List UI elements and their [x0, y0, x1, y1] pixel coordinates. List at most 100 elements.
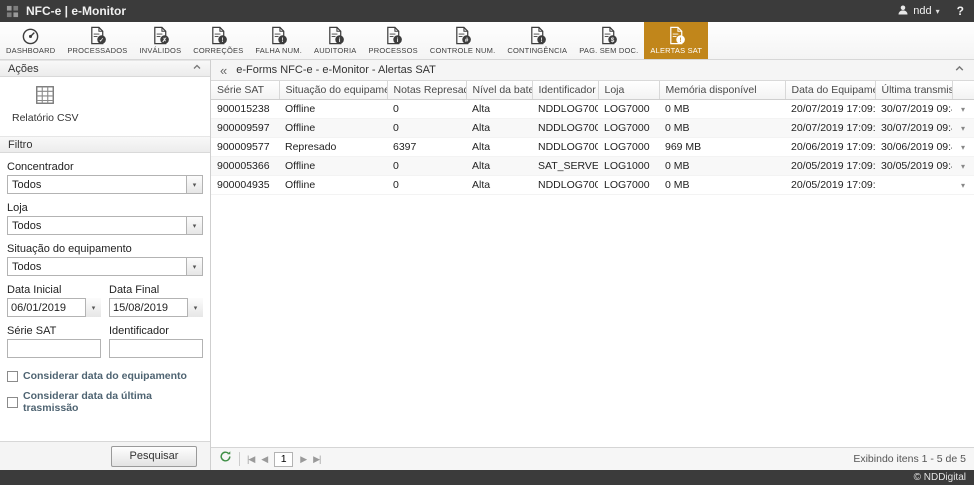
table-cell: 0 MB: [659, 176, 785, 195]
svg-text:i: i: [396, 37, 398, 44]
invalidos-icon: ✗: [151, 25, 170, 45]
page-number-input[interactable]: [274, 452, 293, 467]
identificador-input[interactable]: [109, 339, 203, 358]
situacao-value: Todos: [12, 261, 41, 273]
column-header[interactable]: Memória disponível: [659, 81, 785, 100]
column-header[interactable]: Notas Represadas: [387, 81, 466, 100]
table-cell: LOG1000: [598, 157, 659, 176]
ribbon-tab-alertas-sat[interactable]: !ALERTAS SAT: [644, 22, 708, 59]
svg-text:!: !: [679, 37, 681, 44]
chevron-down-icon: ▾: [186, 217, 202, 234]
collapse-sidebar-button[interactable]: «: [220, 64, 227, 77]
table-cell: 6397: [387, 138, 466, 157]
table-cell: LOG7000: [598, 176, 659, 195]
copyright-text: © NDDigital: [914, 472, 966, 483]
table-cell: 0: [387, 176, 466, 195]
relatorio-csv-label: Relatório CSV: [12, 112, 79, 124]
table-cell: [875, 176, 952, 195]
row-menu-button[interactable]: ▾: [952, 176, 974, 195]
grid-area: Série SATSituação do equipamentoNotas Re…: [211, 81, 974, 447]
acoes-body: Relatório CSV: [0, 77, 210, 136]
ribbon-tab-invalidos[interactable]: ✗INVÁLIDOS: [133, 22, 187, 59]
sidebar: Ações Relatório CSV Filtro Concentrador: [0, 60, 211, 470]
breadcrumb-bar: « e-Forms NFC-e - e-Monitor - Alertas SA…: [211, 60, 974, 81]
table-row[interactable]: 900004935Offline0AltaNDDLOG7000001(LOG70…: [211, 176, 974, 195]
loja-select[interactable]: Todos ▾: [7, 216, 203, 235]
app-window: NFC-e | e-Monitor ndd ▾ ? DASHBOARD✓PROC…: [0, 0, 974, 485]
row-menu-button[interactable]: ▾: [952, 119, 974, 138]
column-header[interactable]: Identificador: [532, 81, 598, 100]
table-row[interactable]: 900015238Offline0AltaNDDLOG7000001(LOG70…: [211, 100, 974, 119]
table-cell: 0 MB: [659, 157, 785, 176]
prev-page-button[interactable]: ◀: [261, 454, 267, 465]
table-row[interactable]: 900009597Offline0AltaNDDLOG7000001(LOG70…: [211, 119, 974, 138]
table-cell: 900009597: [211, 119, 279, 138]
ribbon-tab-auditoria[interactable]: iAUDITORIA: [308, 22, 363, 59]
first-page-button[interactable]: |◀: [247, 454, 254, 465]
considerar-data-equipamento-checkbox[interactable]: Considerar data do equipamento: [7, 370, 203, 382]
ribbon-tab-falha-num[interactable]: !FALHA NUM.: [249, 22, 308, 59]
table-cell: Alta: [466, 119, 532, 138]
filtro-title: Filtro: [8, 139, 32, 151]
checkbox-icon: [7, 397, 18, 408]
identificador-label: Identificador: [109, 325, 203, 337]
ribbon-tab-dashboard[interactable]: DASHBOARD: [0, 22, 61, 59]
refresh-button[interactable]: [219, 450, 232, 468]
considerar-data-transmissao-checkbox[interactable]: Considerar data da última trasmissão: [7, 390, 203, 414]
table-cell: 0: [387, 157, 466, 176]
column-header[interactable]: Situação do equipamento: [279, 81, 387, 100]
ribbon-tab-pag-sem-doc[interactable]: $PAG. SEM DOC.: [573, 22, 644, 59]
user-name: ndd: [913, 5, 931, 17]
collapse-ribbon-button[interactable]: [954, 63, 965, 77]
calendar-dropdown-icon[interactable]: ▾: [187, 298, 203, 317]
table-cell: 20/05/2019 17:09:42: [785, 176, 875, 195]
row-menu-button[interactable]: ▾: [952, 138, 974, 157]
svg-text:!: !: [282, 37, 284, 44]
correcoes-icon: !: [209, 25, 228, 45]
column-header[interactable]: Loja: [598, 81, 659, 100]
table-header-row: Série SATSituação do equipamentoNotas Re…: [211, 81, 974, 100]
ribbon-tab-label: AUDITORIA: [314, 46, 357, 55]
relatorio-csv-button[interactable]: Relatório CSV: [12, 84, 79, 124]
situacao-select[interactable]: Todos ▾: [7, 257, 203, 276]
ribbon-tab-processados[interactable]: ✓PROCESSADOS: [61, 22, 133, 59]
ribbon-tab-label: CONTINGÊNCIA: [507, 46, 567, 55]
ribbon-tab-controle-num[interactable]: #CONTROLE NUM.: [424, 22, 502, 59]
calendar-dropdown-icon[interactable]: ▾: [85, 298, 101, 317]
ribbon-tab-correcoes[interactable]: !CORREÇÕES: [187, 22, 249, 59]
column-header[interactable]: Nível da bateria: [466, 81, 532, 100]
table-row[interactable]: 900005366Offline0AltaSAT_SERVER_OFFLOG10…: [211, 157, 974, 176]
main-panel: « e-Forms NFC-e - e-Monitor - Alertas SA…: [211, 60, 974, 470]
table-cell: 30/07/2019 09:45:29: [875, 100, 952, 119]
ribbon-tab-label: PAG. SEM DOC.: [579, 46, 638, 55]
table-cell: Alta: [466, 100, 532, 119]
next-page-button[interactable]: ▶: [300, 454, 306, 465]
pesquisar-button[interactable]: Pesquisar: [111, 446, 197, 467]
last-page-button[interactable]: ▶|: [313, 454, 320, 465]
user-menu[interactable]: ndd ▾: [897, 4, 939, 19]
auditoria-icon: i: [326, 25, 345, 45]
ribbon-tab-contingencia[interactable]: !CONTINGÊNCIA: [501, 22, 573, 59]
concentrador-select[interactable]: Todos ▾: [7, 175, 203, 194]
column-header[interactable]: Data do Equipamento: [785, 81, 875, 100]
loja-value: Todos: [12, 220, 41, 232]
row-menu-button[interactable]: ▾: [952, 157, 974, 176]
table-cell: 0 MB: [659, 119, 785, 138]
row-menu-button[interactable]: ▾: [952, 100, 974, 119]
help-button[interactable]: ?: [957, 4, 964, 18]
svg-text:#: #: [465, 37, 469, 44]
situacao-label: Situação do equipamento: [7, 243, 203, 255]
column-header[interactable]: Última transmissão: [875, 81, 952, 100]
table-cell: 900004935: [211, 176, 279, 195]
ribbon-tab-processos[interactable]: iPROCESSOS: [363, 22, 424, 59]
chevron-up-icon: [954, 63, 965, 77]
column-header[interactable]: Série SAT: [211, 81, 279, 100]
table-cell: Offline: [279, 100, 387, 119]
svg-text:✓: ✓: [99, 37, 104, 44]
serie-sat-input[interactable]: [7, 339, 101, 358]
concentrador-label: Concentrador: [7, 161, 203, 173]
table-row[interactable]: 900009577Represado6397AltaNDDLOG7000001(…: [211, 138, 974, 157]
sidebar-footer: Pesquisar: [0, 441, 210, 470]
acoes-collapse-button[interactable]: [192, 62, 202, 75]
data-final-label: Data Final: [109, 284, 203, 296]
